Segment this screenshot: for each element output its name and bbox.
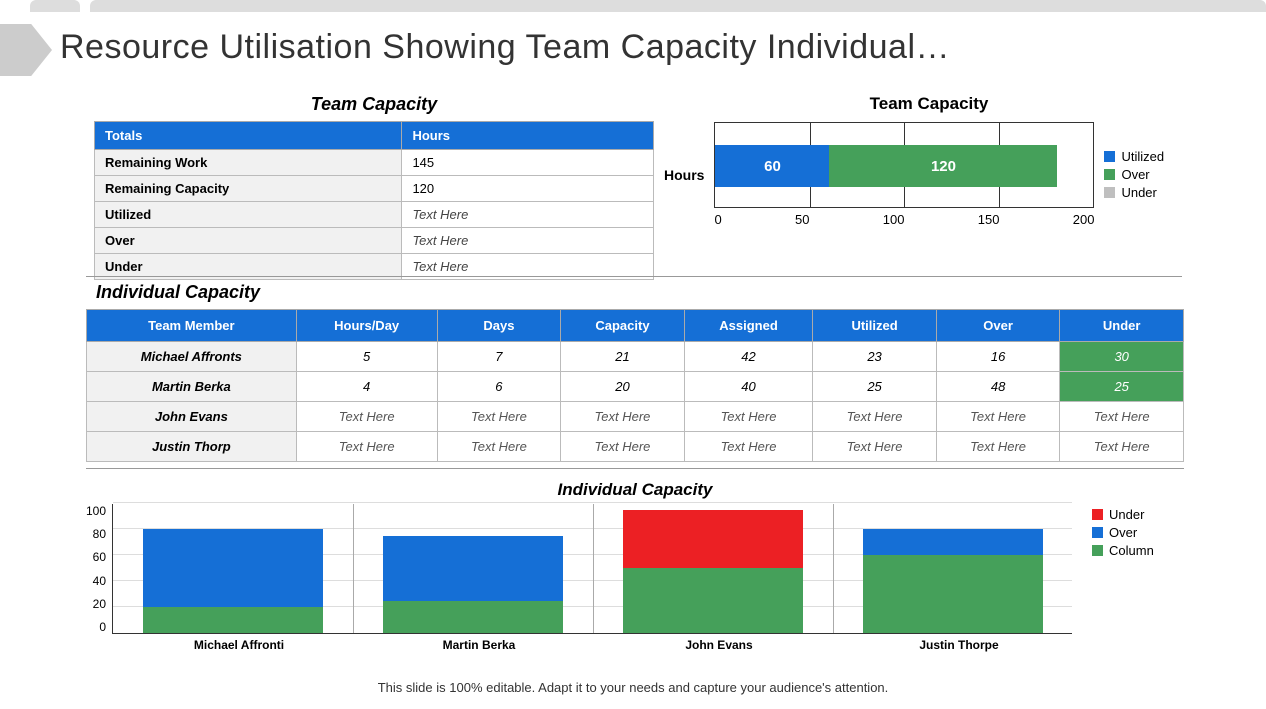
- individual-capacity-chart-section: Individual Capacity 100806040200 Under Ov…: [86, 480, 1184, 652]
- table-row: Justin ThorpText HereText HereText HereT…: [87, 432, 1184, 462]
- legend-item: Over: [1104, 167, 1164, 182]
- team-capacity-chart: Team Capacity Hours 60120 050100150200 U…: [664, 94, 1194, 227]
- individual-capacity-title: Individual Capacity: [96, 282, 1184, 303]
- th: Capacity: [561, 310, 685, 342]
- th: Utilized: [813, 310, 937, 342]
- th: Team Member: [87, 310, 297, 342]
- x-label: Justin Thorpe: [839, 638, 1079, 652]
- page-title: Resource Utilisation Showing Team Capaci…: [60, 28, 950, 67]
- individual-chart-plot: [112, 504, 1072, 634]
- table-row: Martin Berka462040254825: [87, 372, 1184, 402]
- chevron-icon: [0, 24, 52, 76]
- individual-capacity-section: Individual Capacity Team MemberHours/Day…: [86, 282, 1184, 462]
- individual-capacity-table: Team MemberHours/DayDaysCapacityAssigned…: [86, 309, 1184, 462]
- footer-text: This slide is 100% editable. Adapt it to…: [0, 680, 1266, 695]
- individual-chart-legend: Under Over Column: [1092, 504, 1154, 634]
- team-chart-xaxis: 050100150200: [714, 212, 1094, 227]
- team-capacity-section: Team Capacity Totals Hours Remaining Wor…: [94, 94, 1184, 280]
- table-row-label: Remaining Capacity: [95, 176, 402, 202]
- divider: [86, 276, 1182, 277]
- th: Days: [437, 310, 561, 342]
- team-capacity-table-title: Team Capacity: [94, 94, 654, 115]
- table-row-value: Text Here: [402, 228, 654, 254]
- individual-chart-yaxis: 100806040200: [86, 504, 112, 634]
- th: Over: [936, 310, 1060, 342]
- table-row: John EvansText HereText HereText HereTex…: [87, 402, 1184, 432]
- divider: [86, 468, 1184, 469]
- bar: [383, 536, 563, 634]
- title-bar: Resource Utilisation Showing Team Capaci…: [0, 24, 1266, 76]
- legend-item: Over: [1092, 525, 1154, 540]
- table-row: Michael Affronts572142231630: [87, 342, 1184, 372]
- th-totals: Totals: [95, 122, 402, 150]
- individual-chart-title: Individual Capacity: [86, 480, 1184, 500]
- legend-item: Under: [1104, 185, 1164, 200]
- bar: [863, 529, 1043, 633]
- legend-item: Under: [1092, 507, 1154, 522]
- bar-segment: 60: [715, 145, 829, 187]
- bar: [143, 529, 323, 633]
- table-row-value: 120: [402, 176, 654, 202]
- team-capacity-table: Totals Hours Remaining Work145Remaining …: [94, 121, 654, 280]
- th-hours: Hours: [402, 122, 654, 150]
- x-label: Michael Affronti: [119, 638, 359, 652]
- legend-item: Column: [1092, 543, 1154, 558]
- th: Hours/Day: [296, 310, 437, 342]
- bar: [623, 510, 803, 634]
- x-label: Martin Berka: [359, 638, 599, 652]
- bar-segment: 120: [829, 145, 1057, 187]
- legend-item: Utilized: [1104, 149, 1164, 164]
- table-row-value: 145: [402, 150, 654, 176]
- table-row-label: Utilized: [95, 202, 402, 228]
- table-row-value: Text Here: [402, 202, 654, 228]
- table-row-label: Over: [95, 228, 402, 254]
- team-chart-ylabel: Hours: [664, 167, 704, 183]
- individual-chart-xaxis: Michael AffrontiMartin BerkaJohn EvansJu…: [119, 638, 1079, 652]
- team-chart-legend: Utilized Over Under: [1104, 146, 1164, 203]
- team-chart-plot: 60120: [714, 122, 1094, 208]
- table-row-label: Remaining Work: [95, 150, 402, 176]
- th: Under: [1060, 310, 1184, 342]
- top-decoration: [0, 0, 1266, 14]
- th: Assigned: [684, 310, 813, 342]
- x-label: John Evans: [599, 638, 839, 652]
- team-chart-title: Team Capacity: [664, 94, 1194, 114]
